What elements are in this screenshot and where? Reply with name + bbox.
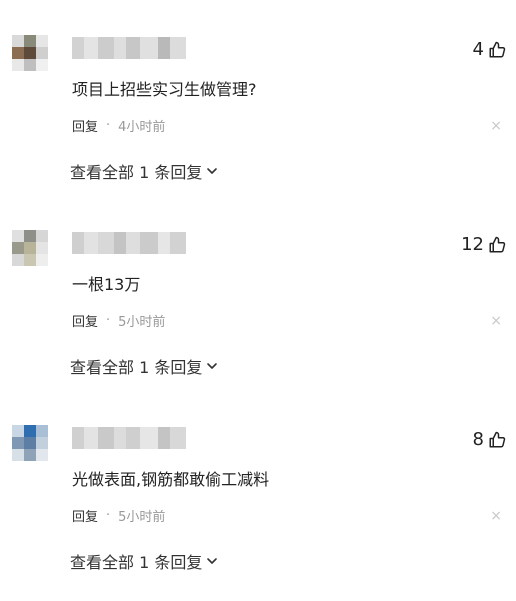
username-pixel	[114, 37, 126, 59]
view-all-replies-button[interactable]: 查看全部 1 条回复	[70, 159, 219, 183]
comment-meta: 回复 · 5小时前	[72, 506, 165, 525]
avatar-pixel	[24, 242, 36, 254]
avatar-pixel	[24, 254, 36, 266]
comment-item: 12 一根13万 回复 · 5小时前 × 查看全部 1 条回复	[0, 195, 516, 390]
reply-button[interactable]: 回复	[72, 116, 98, 135]
comment-meta: 回复 · 5小时前	[72, 311, 165, 330]
reply-button[interactable]: 回复	[72, 311, 98, 330]
avatar[interactable]	[12, 35, 48, 71]
chevron-down-icon	[207, 558, 218, 564]
username-pixel	[114, 232, 126, 254]
username-pixel	[84, 427, 98, 449]
avatar-pixel	[36, 437, 48, 449]
avatar-pixel	[24, 59, 36, 71]
view-all-replies-label: 查看全部 1 条回复	[70, 358, 203, 377]
username-pixel	[126, 232, 140, 254]
avatar-pixel	[36, 242, 48, 254]
avatar-pixel	[36, 425, 48, 437]
avatar-pixel	[12, 59, 24, 71]
comment-time: 4小时前	[118, 120, 166, 135]
username-blurred[interactable]	[72, 232, 186, 254]
username-pixel	[158, 37, 170, 59]
username-pixel	[126, 37, 140, 59]
username-pixel	[72, 427, 84, 449]
comment-time: 5小时前	[118, 315, 166, 330]
username-pixel	[98, 37, 114, 59]
reply-button[interactable]: 回复	[72, 506, 98, 525]
chevron-down-icon	[207, 363, 218, 369]
avatar-pixel	[36, 35, 48, 47]
meta-separator: ·	[106, 118, 111, 133]
comment-item: 4 项目上招些实习生做管理? 回复 · 4小时前 × 查看全部 1 条回复	[0, 0, 516, 195]
comment-text: 光做表面,钢筋都敢偷工减料	[72, 470, 270, 489]
avatar-pixel	[12, 35, 24, 47]
like-button[interactable]: 8	[473, 429, 506, 450]
avatar-pixel	[36, 230, 48, 242]
like-count: 8	[472, 429, 484, 450]
avatar-pixel	[36, 59, 48, 71]
avatar-pixel	[12, 425, 24, 437]
avatar-pixel	[12, 47, 24, 59]
thumbs-up-icon	[489, 236, 506, 252]
like-button[interactable]: 12	[461, 234, 506, 255]
meta-separator: ·	[106, 508, 111, 523]
username-pixel	[72, 37, 84, 59]
avatar-pixel	[12, 254, 24, 266]
avatar[interactable]	[12, 230, 48, 266]
avatar-pixel	[36, 449, 48, 461]
view-all-replies-label: 查看全部 1 条回复	[70, 553, 203, 572]
username-pixel	[170, 37, 186, 59]
username-pixel	[140, 37, 158, 59]
avatar-pixel	[36, 47, 48, 59]
username-pixel	[170, 427, 186, 449]
username-pixel	[84, 232, 98, 254]
comment-text: 项目上招些实习生做管理?	[72, 80, 257, 99]
close-icon[interactable]: ×	[490, 509, 502, 523]
avatar-pixel	[24, 425, 36, 437]
username-pixel	[158, 427, 170, 449]
username-pixel	[98, 232, 114, 254]
username-pixel	[140, 232, 158, 254]
username-pixel	[84, 37, 98, 59]
close-icon[interactable]: ×	[490, 314, 502, 328]
avatar-pixel	[24, 449, 36, 461]
avatar-pixel	[12, 449, 24, 461]
avatar-pixel	[12, 230, 24, 242]
avatar-pixel	[12, 437, 24, 449]
chevron-down-icon	[207, 168, 218, 174]
thumbs-up-icon	[489, 431, 506, 447]
avatar-pixel	[12, 242, 24, 254]
avatar-pixel	[24, 230, 36, 242]
comment-time: 5小时前	[118, 510, 166, 525]
meta-separator: ·	[106, 313, 111, 328]
username-pixel	[98, 427, 114, 449]
like-count: 12	[461, 234, 484, 255]
username-pixel	[126, 427, 140, 449]
view-all-replies-label: 查看全部 1 条回复	[70, 163, 203, 182]
comment-item: 8 光做表面,钢筋都敢偷工减料 回复 · 5小时前 × 查看全部 1 条回复	[0, 390, 516, 585]
username-blurred[interactable]	[72, 427, 186, 449]
thumbs-up-icon	[489, 41, 506, 57]
username-pixel	[158, 232, 170, 254]
username-pixel	[170, 232, 186, 254]
username-pixel	[140, 427, 158, 449]
like-count: 4	[472, 39, 484, 60]
username-pixel	[114, 427, 126, 449]
avatar-pixel	[24, 437, 36, 449]
username-blurred[interactable]	[72, 37, 186, 59]
view-all-replies-button[interactable]: 查看全部 1 条回复	[70, 549, 219, 573]
avatar-pixel	[36, 254, 48, 266]
view-all-replies-button[interactable]: 查看全部 1 条回复	[70, 354, 219, 378]
avatar-pixel	[24, 35, 36, 47]
username-pixel	[72, 232, 84, 254]
avatar-pixel	[24, 47, 36, 59]
comment-meta: 回复 · 4小时前	[72, 116, 165, 135]
like-button[interactable]: 4	[473, 39, 506, 60]
comment-text: 一根13万	[72, 275, 141, 294]
close-icon[interactable]: ×	[490, 119, 502, 133]
avatar[interactable]	[12, 425, 48, 461]
